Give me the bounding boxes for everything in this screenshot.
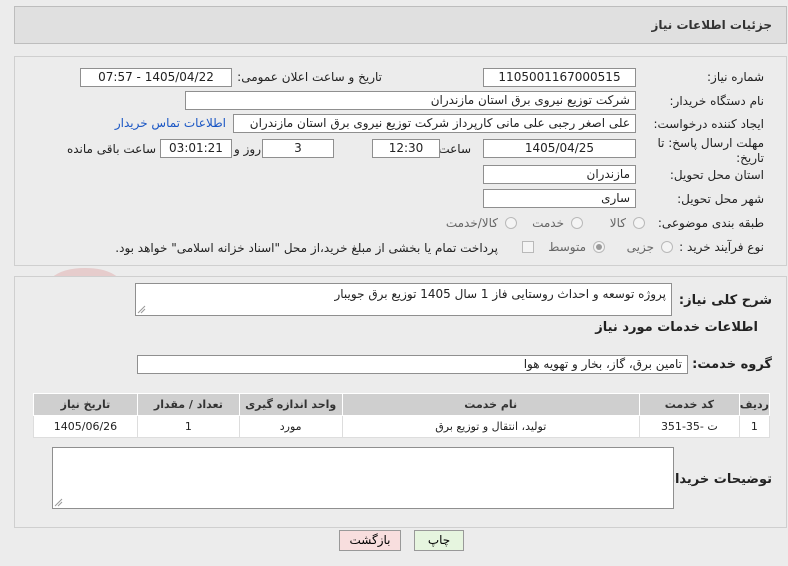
city-label: شهر محل تحویل:: [677, 192, 764, 206]
purchase-minor-label: جزیی: [626, 240, 654, 254]
treasury-payment-note: پرداخت تمام یا بخشی از مبلغ خرید،از محل …: [115, 241, 498, 255]
category-goods-service-label: کالا/خدمت: [445, 216, 498, 230]
category-goods-label: کالا: [609, 216, 626, 230]
col-qty: تعداد / مقدار: [136, 393, 240, 416]
table-header-row: ردیف کد خدمت نام خدمت واحد اندازه گیری ت…: [33, 393, 771, 416]
announce-datetime-field[interactable]: 1405/04/22 - 07:57: [80, 68, 232, 87]
services-section-title: اطلاعات خدمات مورد نیاز: [595, 320, 758, 335]
col-row: ردیف: [738, 393, 771, 416]
cell-unit: مورد: [238, 415, 343, 438]
deadline-time-label: ساعت: [438, 142, 471, 156]
deadline-label: مهلت ارسال پاسخ: تا تاریخ:: [657, 136, 764, 165]
category-service-radio[interactable]: [571, 217, 583, 229]
need-number-label: شماره نیاز:: [707, 70, 764, 84]
summary-field[interactable]: پروژه توسعه و احداث روستایی فاز 1 سال 14…: [135, 283, 672, 316]
treasury-payment-checkbox[interactable]: [522, 241, 534, 253]
cell-name: تولید، انتقال و توزیع برق: [341, 415, 640, 438]
cell-qty: 1: [136, 415, 240, 438]
days-label: روز و: [234, 142, 261, 156]
table-row: 1 ت -35-351 تولید، انتقال و توزیع برق مو…: [33, 415, 771, 438]
buyer-notes-label: توضیحات خریدار:: [662, 472, 772, 487]
service-group-label: گروه خدمت:: [692, 357, 772, 372]
col-name: نام خدمت: [341, 393, 640, 416]
category-goods-service-radio[interactable]: [505, 217, 517, 229]
city-field[interactable]: ساری: [483, 189, 636, 208]
page-title: جزئیات اطلاعات نیاز: [651, 18, 772, 32]
province-label: استان محل تحویل:: [669, 168, 764, 182]
details-header: جزئیات اطلاعات نیاز: [14, 6, 787, 44]
services-table: ردیف کد خدمت نام خدمت واحد اندازه گیری ت…: [33, 393, 771, 438]
remaining-time-field[interactable]: 03:01:21: [160, 139, 232, 158]
col-date: تاریخ نیاز: [33, 393, 138, 416]
buyer-org-label: نام دستگاه خریدار:: [669, 94, 765, 108]
purchase-minor-radio[interactable]: [661, 241, 673, 253]
purchase-medium-radio[interactable]: [593, 241, 605, 253]
deadline-time-field[interactable]: 12:30: [372, 139, 440, 158]
category-service-label: خدمت: [532, 216, 564, 230]
category-label: طبقه بندی موضوعی:: [657, 216, 764, 230]
creator-field[interactable]: علی اصغر رجبی علی مانی کارپرداز شرکت توز…: [233, 114, 636, 133]
announce-datetime-label: تاریخ و ساعت اعلان عمومی:: [237, 70, 382, 84]
province-field[interactable]: مازندران: [483, 165, 636, 184]
cell-row: 1: [738, 415, 771, 438]
deadline-date-field[interactable]: 1405/04/25: [483, 139, 636, 158]
cell-date: 1405/06/26: [33, 415, 138, 438]
cell-code: ت -35-351: [638, 415, 740, 438]
notes-resize-handle[interactable]: [54, 498, 63, 507]
print-button[interactable]: چاپ: [414, 530, 464, 551]
days-remaining-field[interactable]: 3: [262, 139, 334, 158]
category-goods-radio[interactable]: [633, 217, 645, 229]
back-button[interactable]: بازگشت: [339, 530, 401, 551]
summary-resize-handle[interactable]: [137, 305, 146, 314]
remaining-time-label: ساعت باقی مانده: [66, 142, 156, 156]
buyer-org-field[interactable]: شرکت توزیع نیروی برق استان مازندران: [185, 91, 636, 110]
buyer-contact-link[interactable]: اطلاعات تماس خریدار: [115, 116, 226, 130]
need-number-field[interactable]: 1105001167000515: [483, 68, 636, 87]
purchase-medium-label: متوسط: [548, 240, 586, 254]
col-code: کد خدمت: [638, 393, 740, 416]
creator-label: ایجاد کننده درخواست:: [653, 117, 764, 131]
col-unit: واحد اندازه گیری: [238, 393, 343, 416]
buyer-notes-field[interactable]: [52, 447, 674, 509]
summary-label: شرح کلی نیاز:: [678, 293, 772, 308]
purchase-type-label: نوع فرآیند خرید :: [679, 240, 764, 254]
service-group-field[interactable]: تامین برق، گاز، بخار و تهویه هوا: [137, 355, 688, 374]
